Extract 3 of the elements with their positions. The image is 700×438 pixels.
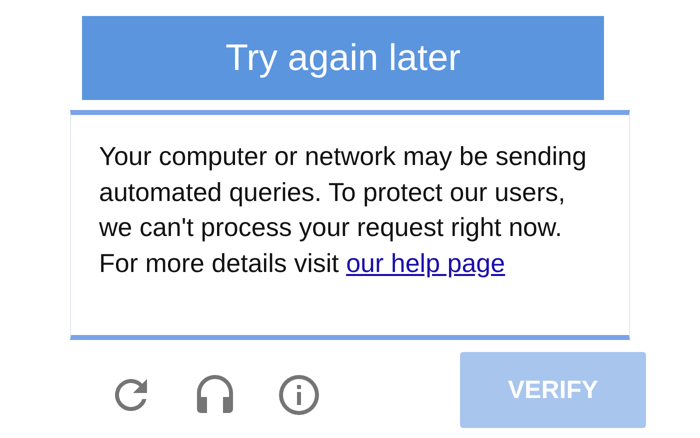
help-link[interactable]: our help page — [346, 248, 506, 278]
title-banner: Try again later — [82, 16, 604, 100]
message-text: Your computer or network may be sending automated queries. To protect our users, we can't process your request right now. For more details visit our help page — [99, 140, 588, 280]
